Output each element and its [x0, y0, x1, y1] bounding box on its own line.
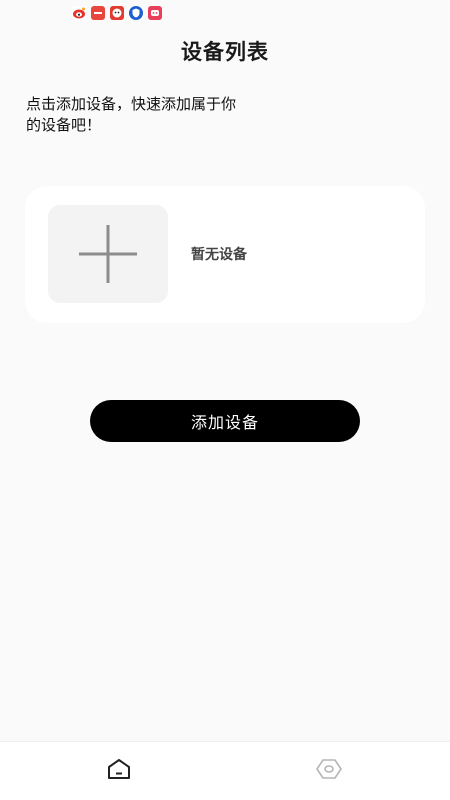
add-device-button[interactable]: 添加设备 — [90, 400, 360, 442]
nav-devices[interactable] — [314, 754, 344, 784]
home-icon — [108, 759, 130, 779]
status-bar — [0, 0, 450, 28]
game-notification-icon — [148, 6, 162, 20]
mascot-notification-icon — [110, 6, 124, 20]
nav-home[interactable] — [104, 754, 134, 784]
add-device-tile[interactable] — [48, 205, 168, 303]
notification-icons — [72, 6, 162, 20]
device-list-screen: 设备列表 点击添加设备，快速添加属于你的设备吧！ 暂无设备 添加设备 — [0, 0, 450, 800]
app-notification-icon — [91, 6, 105, 20]
device-hex-icon — [316, 759, 342, 779]
weibo-notification-icon — [72, 6, 86, 20]
page-title: 设备列表 — [181, 40, 269, 64]
plus-icon — [79, 225, 137, 283]
empty-state-text: 暂无设备 — [191, 247, 247, 263]
intro-text: 点击添加设备，快速添加属于你的设备吧！ — [26, 95, 237, 134]
bottom-nav — [0, 741, 450, 800]
device-card: 暂无设备 — [25, 186, 425, 323]
shield-notification-icon — [129, 6, 143, 20]
